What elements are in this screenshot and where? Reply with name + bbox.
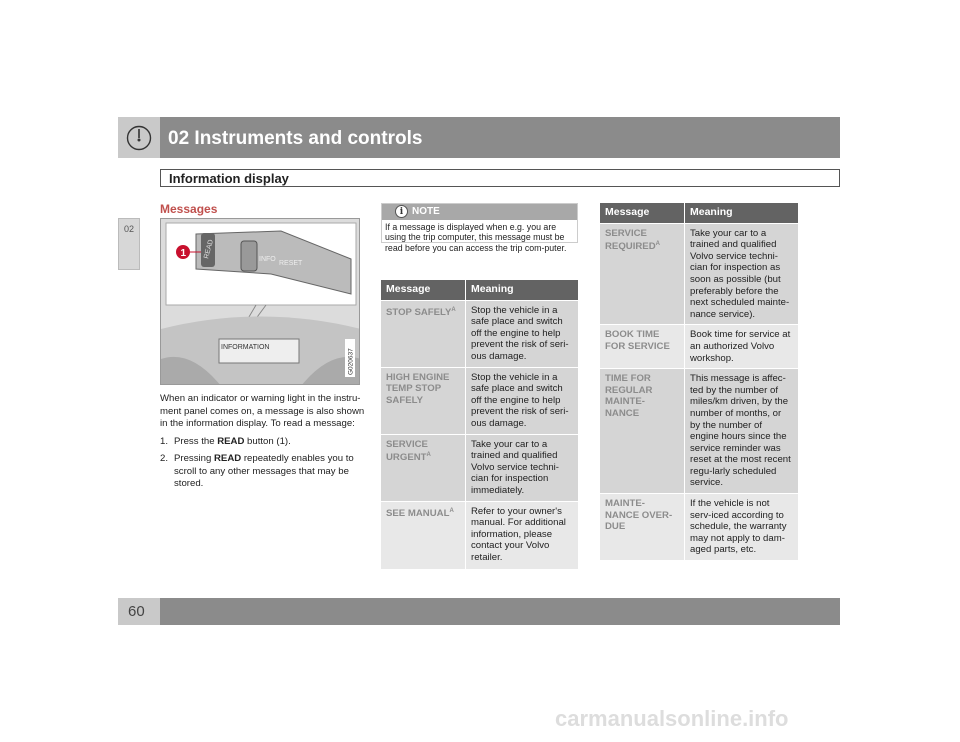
table-row: HIGH ENGINE TEMP STOP SAFELY Stop the veh… [380,366,579,435]
intro-text: When an indicator or warning light in th… [160,393,365,429]
messages-table-1: Message Meaning STOP SAFELYA Stop the vehi… [380,279,579,570]
note-text: If a message is displayed when e.g. you … [385,222,567,253]
watermark: carmanualsonline.info [555,706,789,731]
note-box: i NOTE If a message is displayed when e.g… [381,203,578,253]
reset-label: RESET [279,260,303,267]
messages-heading: Messages [160,202,218,216]
table-row: TIME FOR REGULAR MAINTE-NANCE This messag… [599,368,799,495]
info-icon: i [395,205,408,218]
table-row: STOP SAFELYA Stop the vehicle in a safe p… [380,299,579,368]
side-chapter-tab[interactable]: 02 [118,218,140,270]
gauge-icon [126,125,152,150]
note-title: NOTE [412,206,440,217]
image-code: G020637 [348,348,355,375]
table-row: SEE MANUALA Refer to your owner's manual.… [380,500,579,570]
footer-bar [160,598,840,625]
chapter-title: 02 Instruments and controls [160,117,840,158]
page-number: 60 [118,598,160,625]
callout-1: 1 [181,248,187,259]
header-meaning: Meaning [465,279,579,301]
info-label: INFO [259,256,276,263]
table-row: SERVICE URGENTA Take your car to a traine… [380,433,579,502]
section-title: Information display [160,169,840,187]
step-1: 1. Press the READ button (1). [160,435,291,447]
table-row: MAINTE-NANCE OVER-DUE If the vehicle is n… [599,493,799,562]
table-row: SERVICE REQUIREDA Take your car to a trai… [599,222,799,326]
header-meaning: Meaning [684,202,799,224]
header-message: Message [599,202,685,224]
step-2: 2. Pressing READ repeatedly enables you t… [160,453,354,489]
chapter-icon-box [118,117,160,158]
instructions: When an indicator or warning light in th… [160,393,365,496]
read-button-illustration: READ INFO RESET 1 INFORMATION G020637 [160,218,360,385]
display-text: INFORMATION [221,344,269,351]
messages-table-2: Message Meaning SERVICE REQUIREDA Take you… [599,202,799,562]
table-row: BOOK TIME FOR SERVICE Book time for servi… [599,324,799,370]
header-message: Message [380,279,466,301]
